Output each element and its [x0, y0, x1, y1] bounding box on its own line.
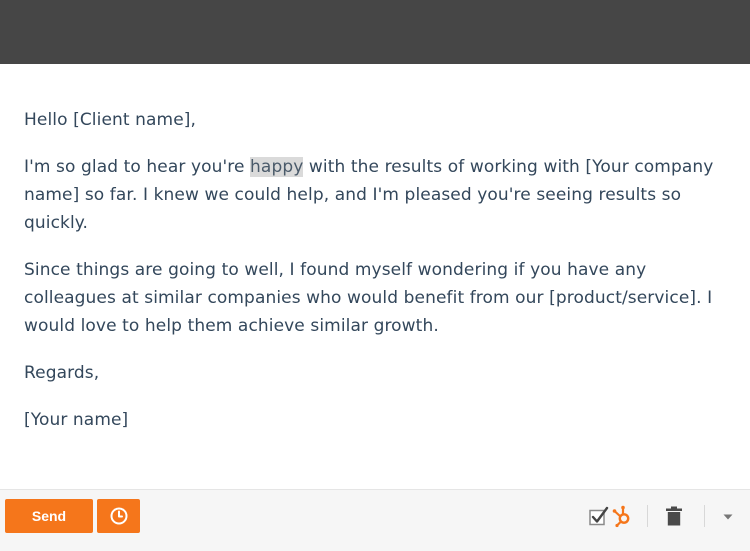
greeting-line: Hello [Client name],	[24, 110, 196, 130]
highlighted-word[interactable]: happy	[250, 157, 304, 177]
paragraph-2: Since things are going to well, I found …	[24, 260, 713, 336]
hubspot-sprocket-icon	[612, 505, 630, 528]
compose-body[interactable]: Hello [Client name], I'm so glad to hear…	[0, 64, 750, 490]
window-top-bar	[0, 0, 750, 64]
caret-down-icon	[723, 514, 733, 520]
more-options-button[interactable]	[720, 502, 736, 530]
paragraph-1-start: I'm so glad to hear you're	[24, 157, 251, 177]
compose-toolbar: Send	[0, 489, 750, 551]
clock-icon	[110, 507, 127, 525]
trash-icon	[666, 506, 682, 526]
signature-line: [Your name]	[24, 410, 129, 430]
closing-line: Regards,	[24, 363, 100, 383]
paragraph-1: I'm so glad to hear you're happy with th…	[24, 153, 740, 237]
send-button[interactable]: Send	[5, 499, 93, 533]
toolbar-divider	[647, 505, 648, 527]
track-email-checkbox[interactable]	[588, 502, 610, 530]
hubspot-sprocket-button[interactable]	[611, 502, 635, 530]
toolbar-divider	[704, 505, 705, 527]
discard-draft-button[interactable]	[664, 502, 684, 530]
checkbox-checked-icon	[589, 506, 609, 526]
message-body[interactable]: Hello [Client name], I'm so glad to hear…	[24, 106, 740, 453]
schedule-send-button[interactable]	[97, 499, 140, 533]
